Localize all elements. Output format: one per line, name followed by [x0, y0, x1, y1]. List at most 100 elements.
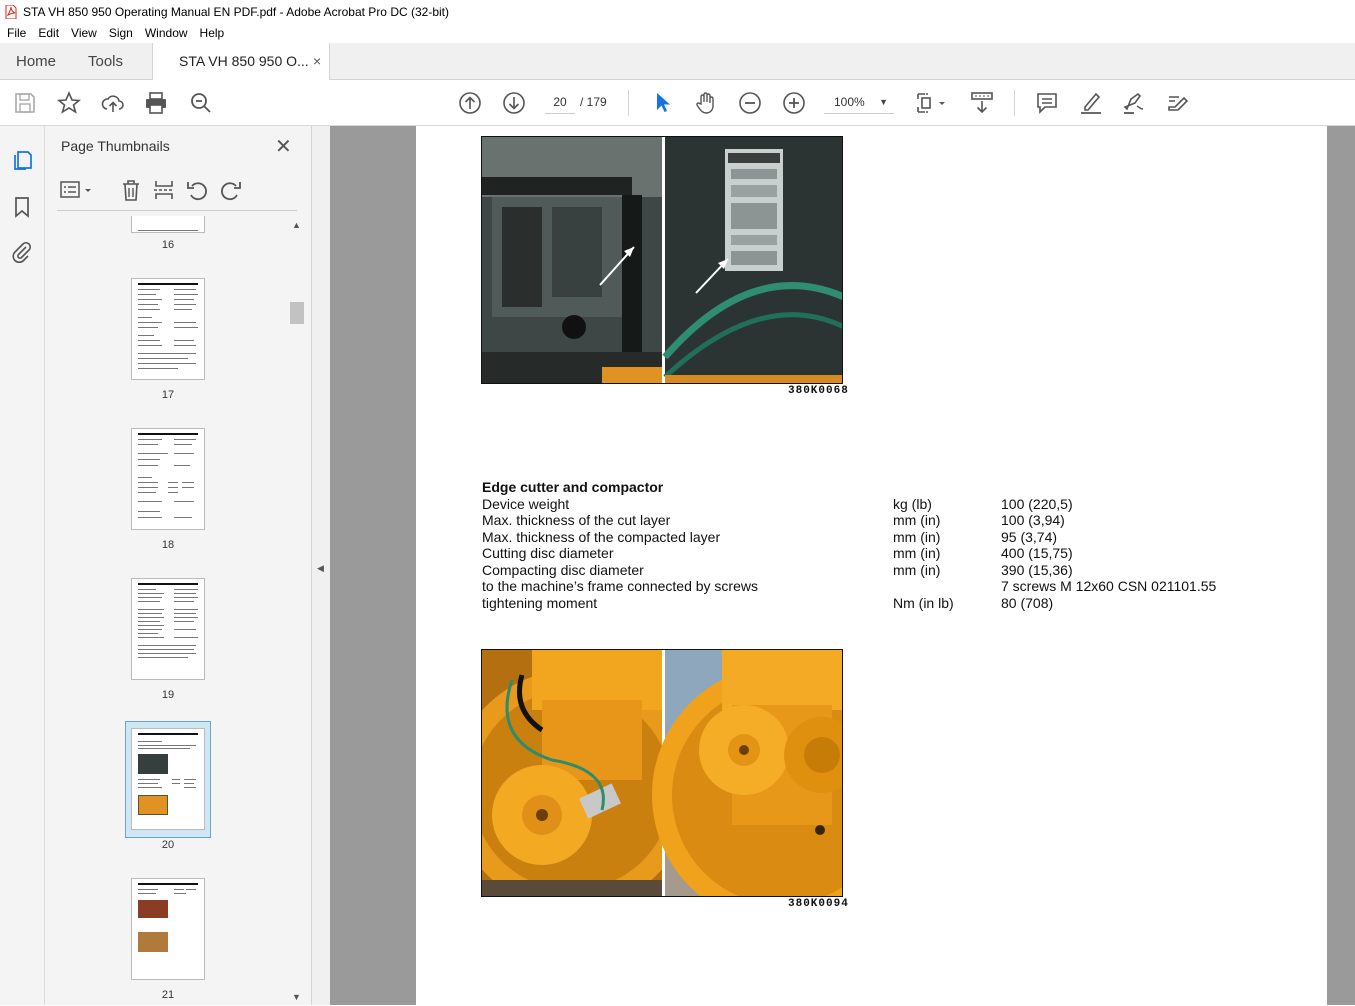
- next-page-icon[interactable]: [501, 90, 527, 116]
- rotate-counterclockwise-icon[interactable]: [185, 178, 209, 202]
- select-cursor-icon[interactable]: [650, 90, 676, 116]
- thumbnail-page-16[interactable]: [131, 216, 205, 233]
- document-viewer: 380K0068 Edge cutter and compactor Devic…: [330, 126, 1355, 1005]
- fill-sign-icon[interactable]: [1165, 90, 1191, 116]
- zoom-out-icon[interactable]: [737, 90, 763, 116]
- spec-name: to the machine’s frame connected by scre…: [482, 578, 758, 594]
- spec-name: Cutting disc diameter: [482, 545, 614, 561]
- thumbnail-label: 19: [161, 689, 175, 701]
- spec-name: Compacting disc diameter: [482, 561, 644, 578]
- spec-name: Max. thickness of the compacted layer: [482, 528, 721, 545]
- collapse-panel-icon[interactable]: ◀: [317, 563, 324, 574]
- close-icon[interactable]: ✕: [275, 134, 292, 159]
- draw-pen-icon[interactable]: [1121, 90, 1147, 116]
- toolbar-divider: [1014, 90, 1015, 116]
- scrollbar-thumb[interactable]: [290, 302, 304, 324]
- spec-row: Compacting disc diameter mm (in) 390 (15,3…: [482, 562, 1262, 579]
- acrobat-app-icon: [5, 4, 17, 19]
- page-thumbnails-icon[interactable]: [10, 148, 34, 172]
- spec-value: 100 (3,94): [1001, 512, 1065, 528]
- scroll-down-icon[interactable]: ▼: [292, 992, 301, 1002]
- spec-unit: Nm (in lb): [893, 594, 954, 611]
- spec-name: Max. thickness of the cut layer: [482, 512, 671, 528]
- figure-caption: 380K0068: [788, 385, 849, 397]
- spec-unit: mm (in): [893, 512, 941, 528]
- menu-edit[interactable]: Edit: [31, 26, 64, 40]
- zoom-in-icon[interactable]: [781, 90, 807, 116]
- thumbnail-page-21[interactable]: [131, 878, 205, 980]
- pdf-page: 380K0068 Edge cutter and compactor Devic…: [416, 126, 1327, 1005]
- zoom-search-icon[interactable]: [188, 90, 214, 116]
- tab-document[interactable]: STA VH 850 950 O... ×: [152, 43, 330, 81]
- delete-icon[interactable]: [119, 178, 143, 202]
- hand-tool-icon[interactable]: [693, 90, 719, 116]
- window-title: STA VH 850 950 Operating Manual EN PDF.p…: [23, 4, 449, 19]
- attachment-icon[interactable]: [10, 240, 34, 264]
- thumbnail-label: 20: [161, 839, 175, 851]
- figure-caption: 380K0094: [788, 898, 849, 910]
- menu-sign[interactable]: Sign: [102, 26, 138, 40]
- spec-value: 80 (708): [1001, 594, 1054, 611]
- bookmark-icon[interactable]: [10, 195, 34, 219]
- comment-icon[interactable]: [1034, 90, 1060, 116]
- panel-divider: [57, 210, 297, 211]
- previous-page-icon[interactable]: [457, 90, 483, 116]
- thumbnail-page-19[interactable]: [131, 578, 205, 680]
- print-icon[interactable]: [143, 90, 169, 116]
- tab-bar: Home Tools STA VH 850 950 O... ×: [0, 43, 1355, 81]
- scroll-up-icon[interactable]: ▲: [292, 220, 301, 230]
- spec-value: 100 (220,5): [1001, 495, 1073, 512]
- chevron-down-icon: ▼: [879, 97, 888, 107]
- menu-bar: File Edit View Sign Window Help: [0, 23, 1355, 43]
- spec-unit: mm (in): [893, 528, 941, 545]
- tab-home[interactable]: Home: [16, 43, 56, 80]
- spec-row: tightening moment Nm (in lb) 80 (708): [482, 595, 1262, 612]
- spec-value: 95 (3,74): [1001, 528, 1058, 545]
- page-thumbnails-panel: Page Thumbnails ✕ 16 17 18 19 20 21 ▲ ▼: [45, 126, 312, 1005]
- title-bar: STA VH 850 950 Operating Manual EN PDF.p…: [0, 0, 1355, 23]
- menu-view[interactable]: View: [64, 26, 102, 40]
- menu-file[interactable]: File: [0, 26, 31, 40]
- thumbnail-list: 16 17 18 19 20 21: [45, 216, 290, 1005]
- zoom-level-select[interactable]: 100% ▼: [824, 91, 894, 114]
- panel-title: Page Thumbnails: [61, 138, 170, 154]
- scroll-mode-icon[interactable]: [969, 90, 995, 116]
- spec-unit: mm (in): [893, 545, 941, 561]
- thumbnail-page-17[interactable]: [131, 278, 205, 380]
- document-scrollbar-area[interactable]: [1327, 126, 1355, 1005]
- spec-value: 390 (15,36): [1001, 561, 1073, 578]
- tab-document-label: STA VH 850 950 O...: [179, 53, 309, 69]
- tab-close-icon[interactable]: ×: [313, 43, 321, 80]
- main-toolbar: 20 / 179 100% ▼: [0, 80, 1355, 126]
- rotate-clockwise-icon[interactable]: [219, 178, 243, 202]
- spec-unit: mm (in): [893, 561, 941, 578]
- thumbnail-label: 17: [161, 389, 175, 401]
- spec-row: Device weight kg (lb) 100 (220,5): [482, 496, 1262, 513]
- toolbar-divider: [628, 90, 629, 116]
- spec-row: Max. thickness of the cut layer mm (in) 10…: [482, 512, 1262, 529]
- spec-row: to the machine’s frame connected by scre…: [482, 578, 1262, 595]
- thumbnail-label: 18: [161, 539, 175, 551]
- photo-machine-cabin-plate: [481, 136, 843, 384]
- spec-unit: kg (lb): [893, 495, 932, 512]
- thumbnail-page-18[interactable]: [131, 428, 205, 530]
- thumbnail-scrollbar[interactable]: ▲ ▼: [289, 216, 305, 1006]
- photo-edge-cutter-compactor: [481, 649, 843, 897]
- spec-name: Device weight: [482, 495, 570, 512]
- tab-tools[interactable]: Tools: [88, 43, 123, 80]
- cloud-upload-icon[interactable]: [100, 90, 126, 116]
- insert-pages-icon[interactable]: [152, 178, 176, 202]
- highlight-pen-icon[interactable]: [1078, 90, 1104, 116]
- star-icon[interactable]: [56, 90, 82, 116]
- page-fit-icon[interactable]: [914, 90, 948, 116]
- spec-value: 400 (15,75): [1001, 545, 1073, 561]
- menu-help[interactable]: Help: [193, 26, 230, 40]
- thumbnail-label: 16: [161, 239, 175, 251]
- thumbnail-page-20[interactable]: [131, 728, 205, 830]
- save-icon[interactable]: [12, 90, 38, 116]
- menu-window[interactable]: Window: [138, 26, 193, 40]
- spec-name: tightening moment: [482, 594, 598, 611]
- panel-splitter[interactable]: ◀: [312, 126, 330, 1005]
- thumbnail-options-icon[interactable]: [59, 178, 95, 202]
- page-number-input[interactable]: 20: [545, 91, 575, 114]
